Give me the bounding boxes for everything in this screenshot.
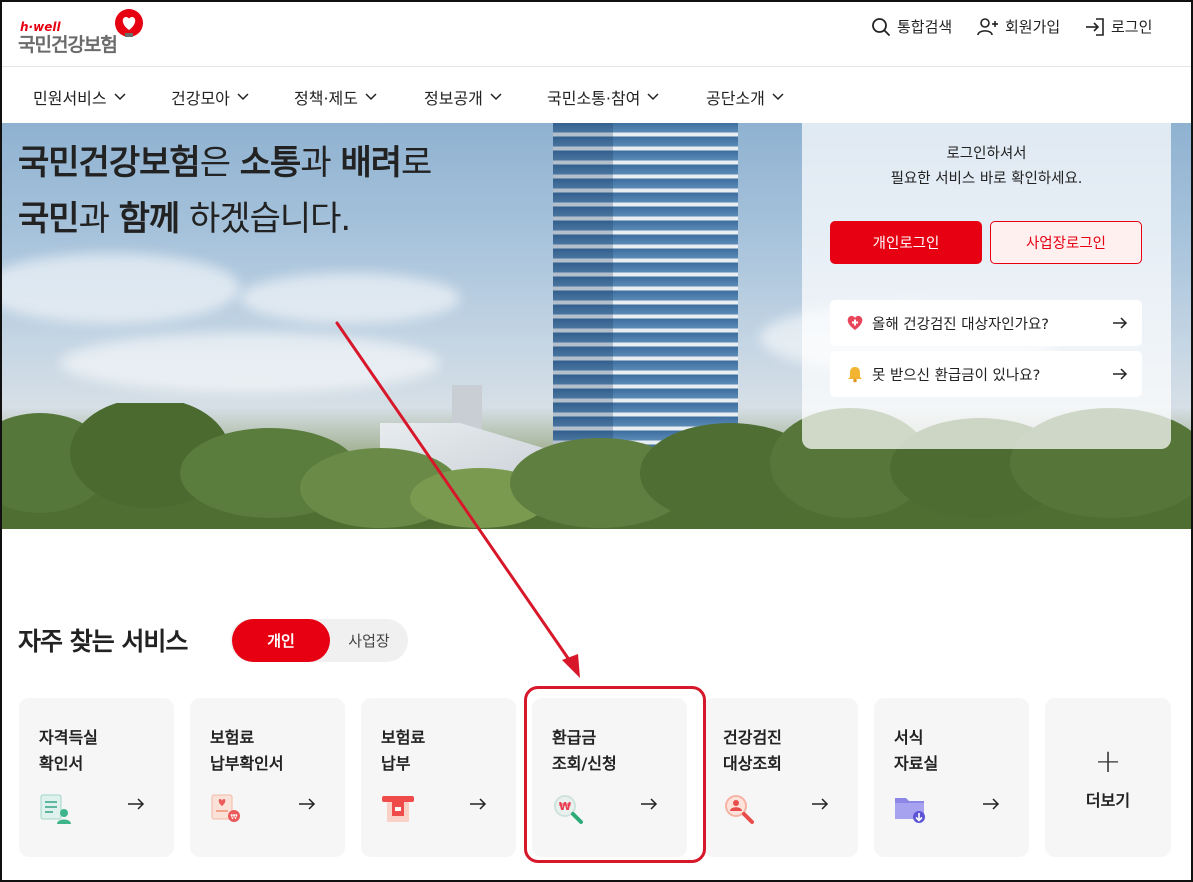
login-message-line1: 로그인하셔서: [946, 146, 1027, 162]
tab-business[interactable]: 사업장: [330, 619, 408, 662]
slogan-text: 하겠습니다.: [179, 199, 351, 239]
chevron-down-icon: [365, 93, 377, 101]
user-add-icon: [977, 17, 998, 35]
nav-item-civil-service[interactable]: 민원서비스: [33, 85, 126, 109]
arrow-right-icon: [128, 798, 145, 810]
chevron-down-icon: [647, 93, 659, 101]
chevron-down-icon: [114, 93, 126, 101]
chevron-down-icon: [237, 93, 249, 101]
nav-item-label: 민원서비스: [33, 89, 107, 108]
arrow-right-icon: [299, 798, 316, 810]
personal-login-button[interactable]: 개인로그인: [830, 221, 982, 264]
service-more-label: 더보기: [1085, 790, 1131, 810]
service-more-button[interactable]: + 더보기: [1045, 698, 1171, 857]
nav-item-about[interactable]: 공단소개: [706, 85, 784, 109]
arrow-right-icon: [812, 798, 829, 810]
service-card-label: 보험료 납부: [381, 728, 426, 773]
login-message: 로그인하셔서 필요한 서비스 바로 확인하세요.: [802, 142, 1171, 192]
signup-link[interactable]: 회원가입: [977, 16, 1060, 37]
nav-item-label: 정책·제도: [294, 89, 358, 108]
slogan-text: 과: [300, 143, 341, 183]
document-heart-icon: ₩: [211, 794, 240, 822]
slogan-text: 과: [78, 199, 119, 239]
heart-logo-icon: [115, 9, 143, 37]
login-label: 로그인: [1111, 18, 1153, 36]
service-card-label: 서식 자료실: [894, 728, 939, 773]
service-card-checkup-inquiry[interactable]: 건강검진 대상조회: [703, 698, 858, 857]
arrow-right-icon: [983, 798, 1000, 810]
slogan-text: 은: [199, 143, 240, 183]
slogan-bold: 국민: [18, 199, 80, 239]
arrow-right-icon: [470, 798, 487, 810]
site-header: h·well 국민건강보험 통합검색 회원가입 로그인: [0, 0, 1193, 66]
nhis-logo[interactable]: h·well 국민건강보험: [18, 8, 158, 58]
nav-item-policy[interactable]: 정책·제도: [294, 85, 377, 109]
tab-personal[interactable]: 개인: [232, 619, 330, 662]
service-card-label: 건강검진 대상조회: [723, 728, 782, 773]
frequent-services-title: 자주 찾는 서비스: [18, 627, 188, 656]
integrated-search-link[interactable]: 통합검색: [871, 16, 952, 37]
logo-name-text: 국민건강보험: [18, 34, 118, 56]
person-search-icon: [725, 795, 754, 824]
login-link[interactable]: 로그인: [1085, 16, 1152, 37]
slogan-bold: 소통: [239, 143, 302, 183]
checkup-target-label: 올해 건강검진 대상자인가요?: [872, 316, 1049, 333]
slogan-bold: 배려: [340, 143, 402, 183]
business-login-button[interactable]: 사업장로그인: [990, 221, 1142, 264]
integrated-search-label: 통합검색: [897, 18, 953, 36]
unclaimed-refund-label: 못 받으신 환급금이 있나요?: [872, 367, 1041, 384]
service-card-label: 보험료 납부확인서: [210, 728, 284, 773]
service-type-toggle: 개인 사업장: [230, 619, 408, 662]
annotation-highlight-box: [524, 686, 706, 863]
signup-label: 회원가입: [1005, 18, 1061, 36]
login-icon: [1086, 17, 1104, 36]
hero-cloud: [0, 253, 240, 323]
hero-cloud: [240, 273, 460, 323]
chevron-down-icon: [490, 93, 502, 101]
folder-download-icon: [895, 798, 925, 823]
payment-card-icon: [382, 796, 414, 822]
login-panel: 로그인하셔서 필요한 서비스 바로 확인하세요. 개인로그인 사업장로그인 올해…: [802, 106, 1171, 449]
login-message-line2: 필요한 서비스 바로 확인하세요.: [890, 171, 1083, 187]
hero-slogan-line2: 국민과 함께 하겠습니다.: [18, 191, 431, 247]
service-card-label: 자격득실 확인서: [39, 728, 98, 773]
search-icon: [872, 17, 890, 36]
hero-slogan-line1: 국민건강보험은 소통과 배려로: [18, 135, 432, 191]
slogan-bold: 함께: [118, 199, 181, 239]
service-card-forms-library[interactable]: 서식 자료실: [874, 698, 1029, 857]
bell-icon: [848, 367, 862, 383]
plus-icon: +: [1094, 741, 1122, 780]
hero-slogan: 국민건강보험은 소통과 배려로 국민과 함께 하겠습니다.: [18, 135, 432, 247]
service-card-qualification[interactable]: 자격득실 확인서: [19, 698, 174, 857]
service-card-premium-payment[interactable]: 보험료 납부: [361, 698, 516, 857]
nav-item-label: 공단소개: [706, 89, 765, 108]
document-user-icon: [40, 794, 71, 824]
slogan-text: 로: [401, 143, 432, 183]
nav-item-disclosure[interactable]: 정보공개: [424, 85, 502, 109]
svg-text:₩: ₩: [231, 813, 238, 821]
heart-plus-icon: [847, 315, 863, 330]
nav-item-communication[interactable]: 국민소통·참여: [547, 85, 659, 109]
arrow-right-icon: [1113, 317, 1128, 329]
chevron-down-icon: [772, 93, 784, 101]
service-card-premium-certificate[interactable]: 보험료 납부확인서 ₩: [190, 698, 345, 857]
arrow-right-icon: [1113, 368, 1128, 380]
unclaimed-refund-link[interactable]: 못 받으신 환급금이 있나요?: [830, 351, 1142, 397]
nav-item-health-moa[interactable]: 건강모아: [171, 85, 249, 109]
nav-item-label: 정보공개: [424, 89, 483, 108]
checkup-target-link[interactable]: 올해 건강검진 대상자인가요?: [830, 300, 1142, 346]
nav-item-label: 건강모아: [171, 89, 230, 108]
slogan-bold: 국민건강보험: [18, 143, 201, 183]
hero-cloud: [60, 333, 440, 393]
nav-item-label: 국민소통·참여: [547, 89, 641, 108]
